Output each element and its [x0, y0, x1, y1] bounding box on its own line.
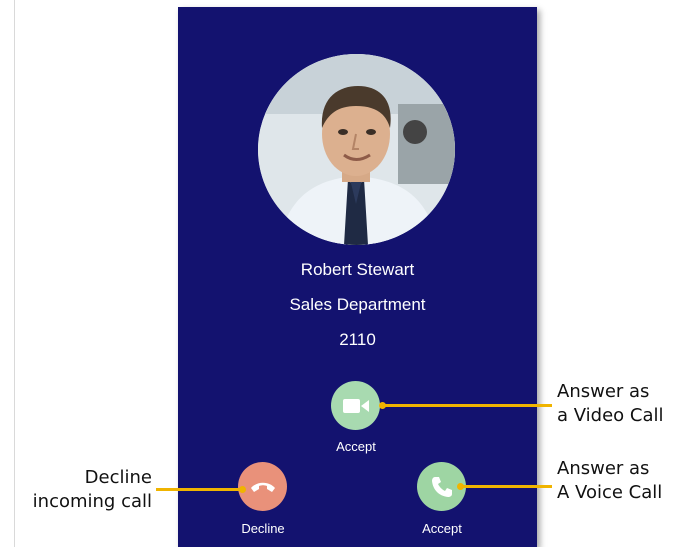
video-call-annotation: Answer as a Video Call [557, 380, 664, 428]
caller-photo [258, 54, 455, 245]
accept-video-label: Accept [336, 439, 376, 454]
voice-annotation-line2: A Voice Call [557, 482, 663, 503]
caller-department: Sales Department [289, 295, 426, 314]
video-camera-icon [342, 398, 369, 413]
decline-annotation-line2: incoming call [32, 491, 152, 512]
caller-extension: 2110 [339, 330, 376, 349]
decline-label: Decline [241, 521, 285, 536]
phone-icon [431, 476, 452, 497]
caller-avatar [258, 54, 455, 245]
accept-voice-label: Accept [422, 521, 462, 536]
decline-call-annotation: Decline incoming call [28, 466, 152, 514]
video-annotation-line2: a Video Call [557, 405, 664, 426]
voice-annotation-line1: Answer as [557, 458, 650, 479]
decline-callout-line [156, 488, 242, 491]
voice-call-annotation: Answer as A Voice Call [557, 457, 662, 505]
voice-callout-line [460, 485, 552, 488]
video-annotation-line1: Answer as [557, 381, 650, 402]
decline-annotation-line1: Decline [84, 467, 152, 488]
accept-video-call-button[interactable] [331, 381, 380, 430]
decline-callout-dot [239, 486, 246, 493]
phone-hangup-icon [250, 482, 275, 492]
page-divider [14, 0, 15, 547]
caller-name: Robert Stewart [300, 260, 415, 279]
video-callout-line [382, 404, 552, 407]
incoming-call-screen: Robert Stewart Sales Department 2110 Acc… [178, 7, 537, 547]
